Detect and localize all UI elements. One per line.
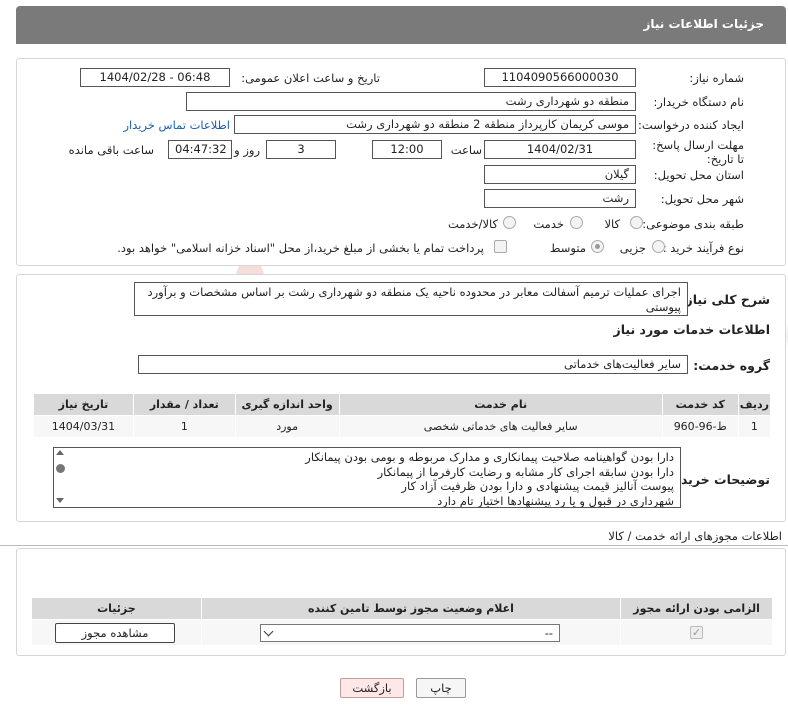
province-label: استان محل تحویل: [653,168,744,182]
col-service-name: نام خدمت [338,393,663,416]
col-details: جزئیات [31,597,202,620]
process-minor-radio[interactable] [652,240,665,253]
services-table-header: تاریخ نیاز تعداد / مقدار واحد اندازه گیر… [33,393,772,416]
deadline-label: مهلت ارسال پاسخ: تا تاریخ: [652,138,744,166]
buyer-note-line: دارا بودن گواهینامه صلاحیت پیمانکاری و م… [305,450,674,464]
print-button[interactable]: چاپ [416,678,466,698]
permits-table-header: جزئیات اعلام وضعیت مجوز توسط تامین کننده… [31,597,773,620]
province-field: گیلان [484,165,636,184]
table-row: 1404/03/31 1 مورد سایر فعالیت های خدماتی… [33,415,772,438]
remaining-time-field: 04:47:32 [168,140,232,159]
buyer-note-line: پیوست آنالیز قیمت پیشنهادی و دارا بودن ظ… [401,479,674,493]
announce-datetime-field: 1404/02/28 - 06:48 [80,68,230,87]
permit-required-checkbox[interactable]: ✓ [690,626,703,639]
col-quantity: تعداد / مقدار [132,393,236,416]
category-label: طبقه بندی موضوعی: [642,217,744,231]
buyer-note-line: دارا بودن سابقه اجرای کار مشابه و رضایت … [377,464,674,479]
permit-status-select-value: -- [544,626,553,640]
col-service-code: کد خدمت [661,393,739,416]
treasury-payment-note: پرداخت تمام یا بخشی از مبلغ خرید،از محل … [117,241,484,255]
buyer-note-line: شهرداری در قبول و یا رد پیشنهادها اختیار… [437,493,674,508]
process-type-label: نوع فرآیند خرید : [662,241,744,255]
service-group-field: سایر فعالیت‌های خدماتی [138,355,688,374]
buyer-org-field: منطقه دو شهرداری رشت [186,92,636,111]
buyer-contact-link[interactable]: اطلاعات تماس خریدار [123,118,230,132]
scroll-thumb[interactable] [56,464,65,473]
services-table: تاریخ نیاز تعداد / مقدار واحد اندازه گیر… [33,393,772,438]
permits-section-title: اطلاعات مجوزهای ارائه خدمت / کالا [608,529,782,543]
permit-status-select[interactable]: -- [260,624,560,642]
services-section-title: اطلاعات خدمات مورد نیاز [613,322,771,337]
category-both-label: کالا/خدمت [447,217,498,231]
buyer-notes-textarea[interactable]: دارا بودن گواهینامه صلاحیت پیمانکاری و م… [53,447,681,508]
city-label: شهر محل تحویل: [660,192,744,206]
col-permit-required: الزامی بودن ارائه مجوز [620,597,773,620]
category-service-radio[interactable] [570,216,583,229]
category-goods-radio[interactable] [630,216,643,229]
need-number-field: 1104090566000030 [484,68,636,87]
buyer-org-label: نام دستگاه خریدار: [653,95,744,109]
col-need-date: تاریخ نیاز [33,393,134,416]
cell-quantity: 1 [132,415,236,438]
divider [0,545,788,546]
col-row-number: ردیف [737,393,772,416]
city-field: رشت [484,189,636,208]
days-label: روز و [234,143,260,157]
treasury-payment-checkbox[interactable] [494,240,507,253]
col-unit: واحد اندازه گیری [234,393,340,416]
notes-scrollbar[interactable] [56,450,66,505]
remaining-time-label: ساعت باقی مانده [68,143,154,157]
cell-row-number: 1 [737,415,772,438]
category-service-label: خدمت [533,217,564,231]
process-minor-label: جزیی [619,241,646,255]
deadline-time-field: 12:00 [372,140,442,159]
process-medium-label: متوسط [549,241,586,255]
summary-textarea[interactable]: اجرای عملیات ترمیم آسفالت معابر در محدود… [134,282,688,316]
page-title: جزئیات اطلاعات نیاز [643,17,764,31]
process-medium-radio[interactable] [591,240,604,253]
cell-service-name: سایر فعالیت های خدماتی شخصی [338,415,663,438]
summary-label: شرح کلی نیاز: [680,292,770,307]
cell-service-code: ط-96-960 [661,415,739,438]
cell-unit: مورد [234,415,340,438]
col-permit-status: اعلام وضعیت مجوز توسط تامین کننده [200,597,622,620]
creator-label: ایجاد کننده درخواست: [638,118,744,132]
chevron-down-icon [263,626,274,637]
category-goods-label: کالا [604,217,620,231]
back-button[interactable]: بازگشت [340,678,404,698]
creator-field: موسی کریمان کارپرداز منطقه 2 منطقه دو شه… [234,115,636,134]
deadline-date-field: 1404/02/31 [484,140,636,159]
category-both-radio[interactable] [503,216,516,229]
announce-label: تاریخ و ساعت اعلان عمومی: [241,71,380,85]
scroll-up-icon[interactable] [56,450,64,455]
panel-header: جزئیات اطلاعات نیاز [16,6,786,44]
service-group-label: گروه خدمت: [693,358,770,373]
view-permit-button[interactable]: مشاهده مجوز [55,623,175,643]
days-remaining-field: 3 [266,140,336,159]
deadline-time-label: ساعت [450,143,482,157]
need-number-label: شماره نیاز: [689,71,744,85]
scroll-down-icon[interactable] [56,498,64,503]
cell-need-date: 1404/03/31 [33,415,134,438]
